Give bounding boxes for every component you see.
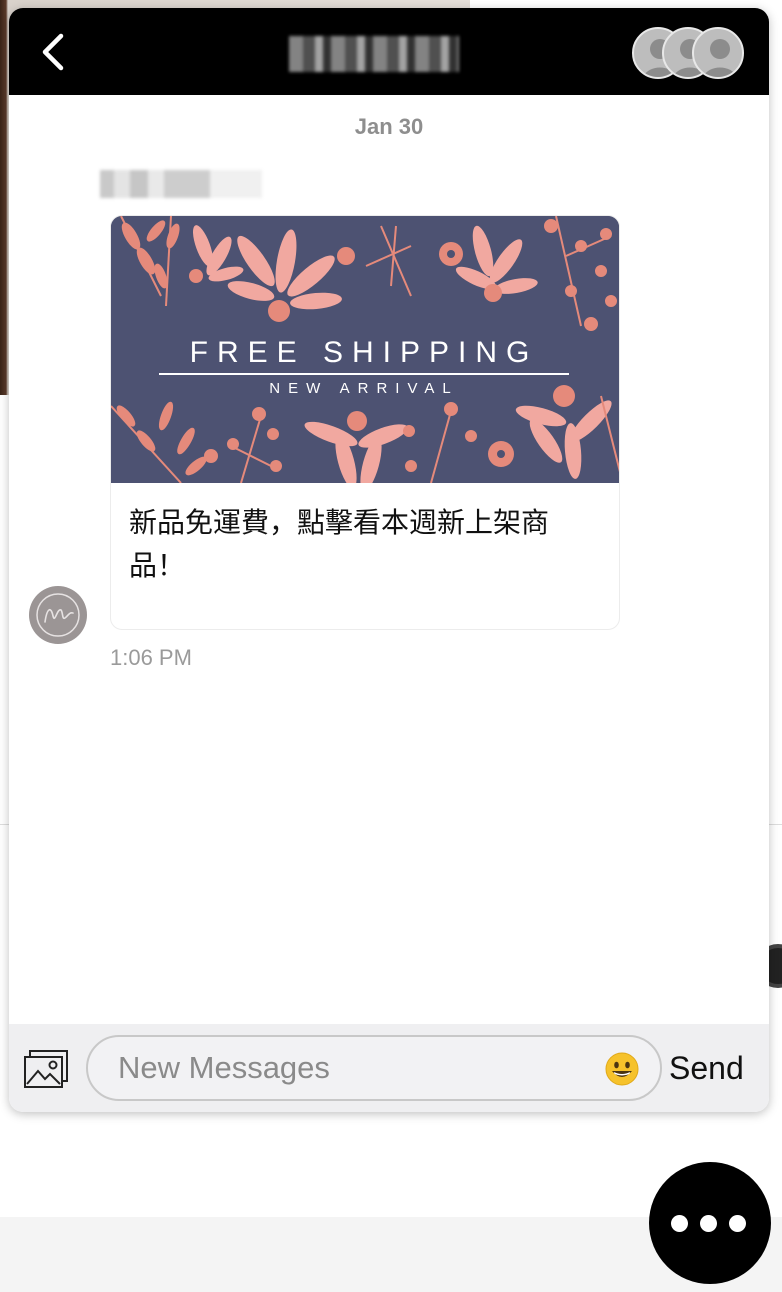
image-upload-button[interactable]: [23, 1050, 69, 1090]
banner-underline: [159, 373, 569, 375]
message-input[interactable]: [86, 1035, 662, 1101]
smiley-emoji-icon: [605, 1052, 639, 1086]
sender-name: [100, 170, 262, 198]
participant-avatar: [692, 27, 744, 79]
message-card[interactable]: FREE SHIPPING NEW ARRIVAL 新品免運費，點擊看本週新上架…: [110, 215, 620, 630]
back-button[interactable]: [35, 30, 75, 74]
chat-window: Jan 30 FREE SHIPPING NEW ARRIVAL 新品免運費，點…: [9, 8, 769, 1112]
image-upload-icon: [24, 1050, 68, 1088]
banner-subtitle: NEW ARRIVAL: [269, 380, 459, 397]
emoji-button[interactable]: [605, 1052, 639, 1086]
chevron-left-icon: [42, 33, 64, 71]
message-composer: Send: [9, 1024, 769, 1112]
banner-text-layer: FREE SHIPPING NEW ARRIVAL: [111, 216, 619, 483]
more-dots-icon: [729, 1215, 746, 1232]
user-silhouette-icon: [703, 39, 737, 77]
brand-logo-icon: [36, 593, 80, 637]
promo-banner-image: FREE SHIPPING NEW ARRIVAL: [111, 216, 619, 492]
sender-avatar: [29, 586, 87, 644]
message-timestamp: 1:06 PM: [110, 645, 192, 670]
more-dots-icon: [700, 1215, 717, 1232]
message-text: 新品免運費，點擊看本週新上架商品！: [129, 506, 550, 582]
background-strip: [470, 0, 782, 8]
chat-header: [9, 8, 769, 95]
date-separator: Jan 30: [354, 114, 424, 139]
chat-title: [289, 36, 459, 72]
participants-button[interactable]: [632, 27, 744, 79]
more-options-button[interactable]: [649, 1162, 771, 1284]
send-button[interactable]: Send: [669, 1048, 759, 1088]
more-dots-icon: [671, 1215, 688, 1232]
banner-title: FREE SHIPPING: [189, 336, 539, 369]
